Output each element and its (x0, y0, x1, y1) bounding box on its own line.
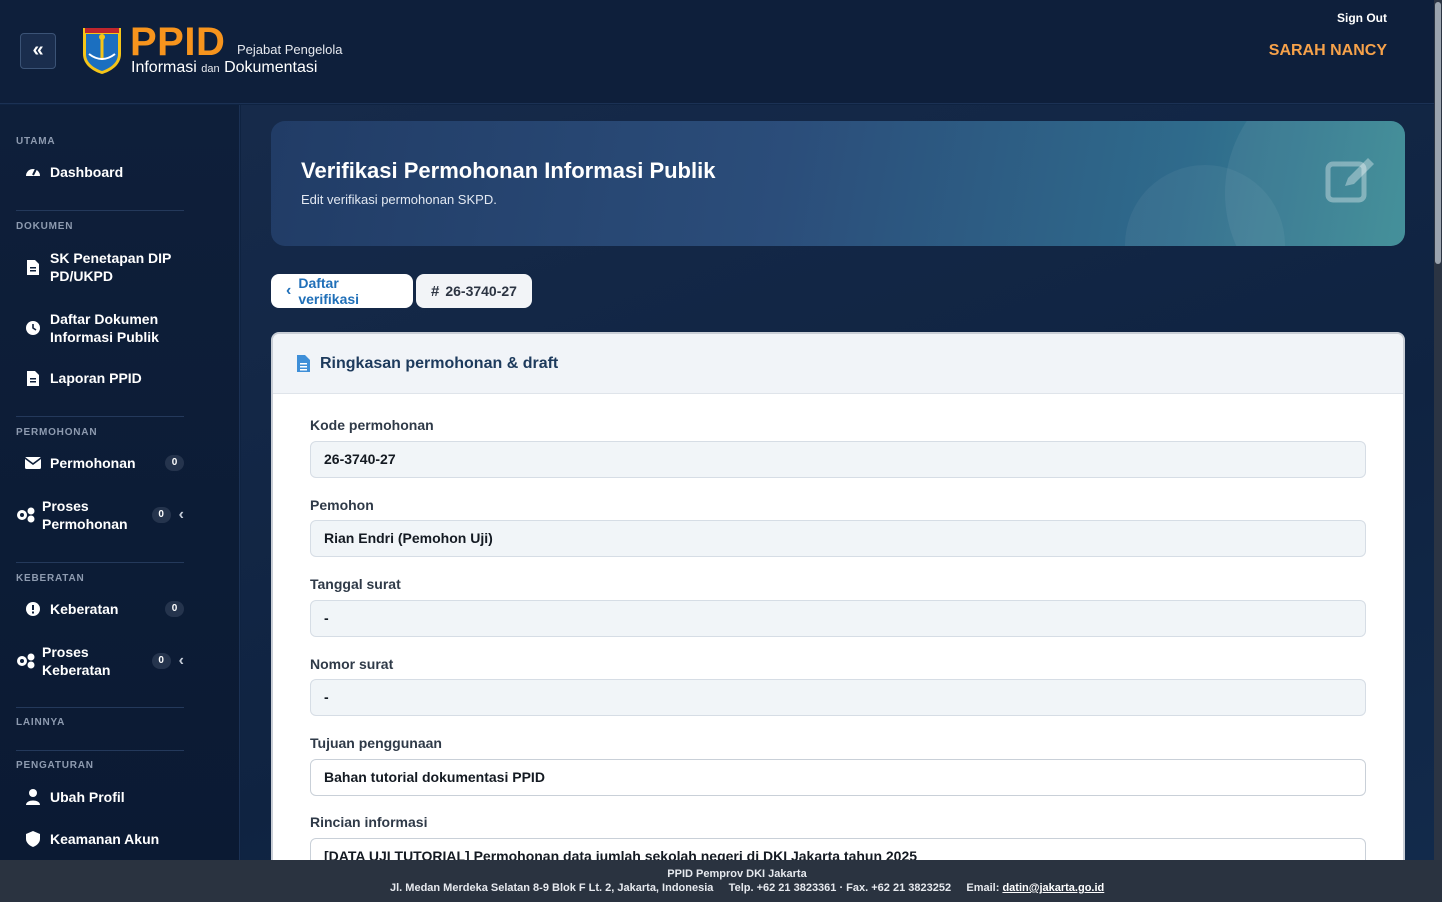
document-icon (297, 355, 310, 372)
sidebar-item-dashboard[interactable]: Dashboard (16, 163, 184, 181)
chevron-left-icon: ‹ (178, 652, 184, 669)
tanggal-surat-field: - (310, 600, 1366, 637)
sidebar-item-sk-penetapan[interactable]: SK Penetapan DIP PD/UKPD (16, 249, 184, 285)
chevron-left-icon: ‹ (178, 506, 184, 523)
jakarta-crest-icon (83, 28, 121, 74)
hash-icon: # (431, 282, 440, 300)
ppid-logo[interactable]: PPID Pejabat Pengelola Informasi dan Dok… (81, 20, 350, 76)
footer-email-link[interactable]: datin@jakarta.go.id (1002, 882, 1104, 894)
section-dokumen: DOKUMEN (16, 221, 74, 232)
sidebar-item-proses-keberatan[interactable]: Proses Keberatan 0 ‹ (16, 643, 184, 679)
footer: PPID Pemprov DKI Jakarta Jl. Medan Merde… (0, 860, 1442, 902)
edit-icon (1325, 158, 1374, 203)
double-chevron-left-icon: « (32, 39, 44, 61)
pemohon-field: Rian Endri (Pemohon Uji) (310, 520, 1366, 557)
permohonan-count-badge: 0 (165, 455, 184, 471)
shield-icon (22, 831, 44, 847)
summary-card: Ringkasan permohonan & draft Kode permoh… (271, 332, 1405, 860)
kode-permohonan-field: 26-3740-27 (310, 441, 1366, 478)
proses-keberatan-count-badge: 0 (151, 653, 171, 669)
field-label-nomor-surat: Nomor surat (310, 656, 394, 672)
field-label-rincian: Rincian informasi (310, 814, 428, 830)
sidebar-item-ubah-profil[interactable]: Ubah Profil (16, 788, 184, 806)
section-permohonan: PERMOHONAN (16, 427, 98, 438)
envelope-icon (22, 457, 44, 469)
section-pengaturan: PENGATURAN (16, 760, 94, 771)
top-header: « PPID Pejabat Pengelola Informasi dan D… (0, 0, 1434, 104)
sidebar-item-daftar-dokumen[interactable]: Daftar Dokumen Informasi Publik (16, 310, 184, 346)
footer-contact: Jl. Medan Merdeka Selatan 8-9 Blok F Lt.… (390, 882, 1105, 894)
sign-out-link[interactable]: Sign Out (1337, 11, 1387, 25)
chevron-left-icon: ‹ (286, 282, 292, 299)
section-keberatan: KEBERATAN (16, 573, 85, 584)
field-label-pemohon: Pemohon (310, 497, 374, 513)
sidebar-item-keberatan[interactable]: Keberatan 0 (16, 600, 184, 618)
field-label-kode: Kode permohonan (310, 417, 434, 433)
gauge-icon (22, 164, 44, 180)
file-icon (22, 370, 44, 386)
card-header: Ringkasan permohonan & draft (273, 334, 1403, 394)
user-icon (22, 789, 44, 805)
field-label-tanggal-surat: Tanggal surat (310, 576, 401, 592)
collapse-sidebar-button[interactable]: « (20, 33, 56, 69)
clock-icon (22, 320, 44, 336)
section-lainnya: LAINNYA (16, 717, 66, 728)
card-title: Ringkasan permohonan & draft (320, 354, 559, 372)
back-to-list-button[interactable]: ‹ Daftar verifikasi (271, 274, 413, 308)
page-subtitle: Edit verifikasi permohonan SKPD. (301, 192, 497, 207)
sidebar-item-laporan[interactable]: Laporan PPID (16, 369, 184, 387)
sidebar-item-permohonan[interactable]: Permohonan 0 (16, 454, 184, 472)
request-code-chip: # 26-3740-27 (416, 274, 532, 308)
sidebar-item-keamanan-akun[interactable]: Keamanan Akun (16, 830, 184, 848)
scrollbar-thumb[interactable] (1435, 2, 1441, 264)
section-utama: UTAMA (16, 136, 56, 147)
page-scrollbar[interactable] (1434, 0, 1442, 860)
rincian-informasi-textarea[interactable]: [DATA UJI TUTORIAL] Permohonan data juml… (310, 838, 1366, 860)
page-hero: Verifikasi Permohonan Informasi Publik E… (271, 121, 1405, 246)
keberatan-count-badge: 0 (165, 601, 184, 617)
nomor-surat-field: - (310, 679, 1366, 716)
sidebar-item-proses-permohonan[interactable]: Proses Permohonan 0 ‹ (16, 497, 184, 533)
gears-icon (16, 653, 36, 669)
proses-permohonan-count-badge: 0 (151, 507, 171, 523)
logo-tagline-1: Pejabat Pengelola (237, 42, 343, 57)
tujuan-penggunaan-input[interactable]: Bahan tutorial dokumentasi PPID (310, 759, 1366, 796)
main-content: Verifikasi Permohonan Informasi Publik E… (241, 105, 1434, 860)
field-label-tujuan: Tujuan penggunaan (310, 735, 442, 751)
sidebar: UTAMA Dashboard DOKUMEN SK Penetapan DIP… (0, 105, 240, 860)
exclamation-circle-icon (22, 601, 44, 617)
file-icon (22, 259, 44, 275)
logo-tagline-2: Informasi dan Dokumentasi (131, 59, 318, 76)
gears-icon (16, 507, 36, 523)
footer-org: PPID Pemprov DKI Jakarta (667, 868, 807, 880)
user-name[interactable]: SARAH NANCY (1269, 42, 1387, 60)
page-title: Verifikasi Permohonan Informasi Publik (301, 158, 716, 183)
